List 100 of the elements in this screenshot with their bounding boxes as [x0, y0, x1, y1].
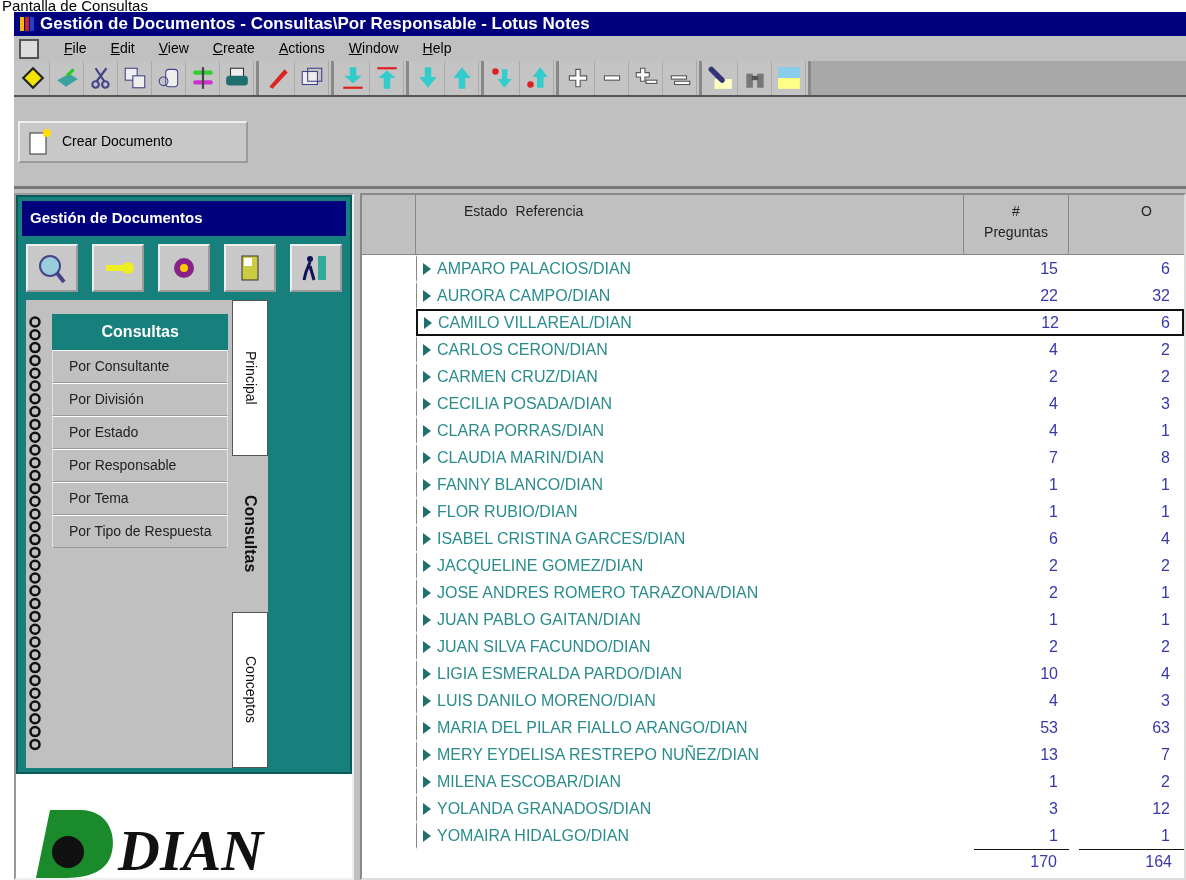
expand-triangle-icon[interactable]: [423, 803, 431, 815]
table-cell-text: 2: [1160, 556, 1171, 576]
menu-item[interactable]: Edit: [110, 38, 135, 59]
table-cell-text: 2: [1160, 772, 1171, 792]
nav-item[interactable]: Por Tipo de Respuesta: [52, 514, 229, 548]
table-cell-text: 1: [1160, 583, 1171, 603]
expand-triangle-icon[interactable]: [423, 695, 431, 707]
nav-item[interactable]: Por Tema: [52, 481, 229, 515]
table-cell-text: 6: [1048, 529, 1059, 549]
expand-triangle-icon[interactable]: [423, 479, 431, 491]
table-cell-text: 2: [1048, 583, 1059, 603]
row-name: FLOR RUBIO/DIAN: [437, 502, 578, 522]
view-row[interactable]: CARLOS CERON/DIAN 4 2: [416, 336, 1184, 363]
expand-triangle-icon[interactable]: [423, 749, 431, 761]
expand-triangle-icon[interactable]: [423, 452, 431, 464]
row-name: LIGIA ESMERALDA PARDO/DIAN: [437, 664, 683, 684]
view-row[interactable]: JACQUELINE GOMEZ/DIAN 2 2: [416, 552, 1184, 579]
column-header[interactable]: Estado: [464, 201, 508, 248]
view-row[interactable]: FANNY BLANCO/DIAN 1 1: [416, 471, 1184, 498]
window-caption: Pantalla de Consultas: [1, 0, 149, 12]
table-cell-text: 12: [1151, 799, 1171, 819]
nav-item[interactable]: Por Estado: [52, 415, 229, 449]
view-row[interactable]: CAMILO VILLAREAL/DIAN 12 6: [416, 309, 1184, 336]
view-row[interactable]: JUAN SILVA FACUNDO/DIAN 2 2: [416, 633, 1184, 660]
expand-triangle-icon[interactable]: [424, 317, 432, 329]
exit-icon[interactable]: [290, 243, 342, 292]
row-name: CLAUDIA MARIN/DIAN: [437, 448, 605, 468]
notebook-tab[interactable]: Conceptos: [232, 611, 269, 768]
table-cell-text: 2: [1048, 637, 1059, 657]
expand-triangle-icon[interactable]: [423, 641, 431, 653]
view-row[interactable]: FLOR RUBIO/DIAN 1 1: [416, 498, 1184, 525]
menu-item[interactable]: Help: [422, 38, 452, 59]
row-name: YOLANDA GRANADOS/DIAN: [437, 799, 652, 819]
table-cell-text: 22: [1039, 286, 1059, 306]
table-cell-text: 6: [1160, 313, 1171, 333]
table-cell-text: 3: [1160, 394, 1171, 414]
expand-triangle-icon[interactable]: [423, 290, 431, 302]
expand-triangle-icon[interactable]: [423, 830, 431, 842]
view-row[interactable]: MARIA DEL PILAR FIALLO ARANGO/DIAN 53 63: [416, 714, 1184, 741]
view-row[interactable]: CECILIA POSADA/DIAN 4 3: [416, 390, 1184, 417]
view-row[interactable]: MILENA ESCOBAR/DIAN 1 2: [416, 768, 1184, 795]
magnifier-icon[interactable]: [26, 243, 78, 292]
expand-triangle-icon[interactable]: [423, 506, 431, 518]
table-cell-text: 32: [1151, 286, 1171, 306]
view-row[interactable]: AURORA CAMPO/DIAN 22 32: [416, 282, 1184, 309]
menu-item[interactable]: View: [158, 38, 189, 59]
nav-item[interactable]: Por División: [52, 382, 229, 416]
view-row[interactable]: JUAN PABLO GAITAN/DIAN 1 1: [416, 606, 1184, 633]
logo-text: DIAN: [118, 824, 264, 878]
menu-item[interactable]: Actions: [278, 38, 325, 59]
row-name: MERY EYDELISA RESTREPO NUÑEZ/DIAN: [437, 744, 760, 765]
view-row[interactable]: JOSE ANDRES ROMERO TARAZONA/DIAN 2 1: [416, 579, 1184, 606]
view-row[interactable]: LIGIA ESMERALDA PARDO/DIAN 10 4: [416, 660, 1184, 687]
table-cell-text: 2: [1160, 340, 1171, 360]
table-cell-text: 4: [1160, 664, 1171, 684]
notebook-tab[interactable]: Principal: [232, 299, 269, 456]
menu-item[interactable]: File: [64, 38, 87, 59]
view-row[interactable]: CLARA PORRAS/DIAN 4 1: [416, 417, 1184, 444]
table-cell-text: 1: [1048, 772, 1059, 792]
view-row[interactable]: YOLANDA GRANADOS/DIAN 3 12: [416, 795, 1184, 822]
table-cell-text: 15: [1039, 259, 1059, 279]
document-icon[interactable]: [18, 37, 40, 60]
table-cell-text: 1: [1048, 826, 1059, 846]
expand-triangle-icon[interactable]: [423, 587, 431, 599]
expand-triangle-icon[interactable]: [423, 776, 431, 788]
menu-item[interactable]: Create: [212, 38, 255, 59]
row-name: JUAN PABLO GAITAN/DIAN: [437, 610, 641, 630]
nav-item[interactable]: Por Consultante: [52, 349, 229, 383]
key-icon[interactable]: [92, 243, 144, 292]
view-row[interactable]: CLAUDIA MARIN/DIAN 7 8: [416, 444, 1184, 471]
column-header[interactable]: O: [1069, 195, 1184, 254]
column-header[interactable]: # Preguntas: [964, 195, 1069, 254]
expand-triangle-icon[interactable]: [423, 398, 431, 410]
expand-triangle-icon[interactable]: [423, 425, 431, 437]
view-row[interactable]: AMPARO PALACIOS/DIAN 15 6: [416, 255, 1184, 282]
view-row[interactable]: LUIS DANILO MORENO/DIAN 4 3: [416, 687, 1184, 714]
expand-triangle-icon[interactable]: [423, 668, 431, 680]
row-name: JUAN SILVA FACUNDO/DIAN: [437, 637, 651, 657]
view-row[interactable]: CARMEN CRUZ/DIAN 2 2: [416, 363, 1184, 390]
expand-triangle-icon[interactable]: [423, 722, 431, 734]
view-row[interactable]: MERY EYDELISA RESTREPO NUÑEZ/DIAN 13 7: [416, 741, 1184, 768]
expand-triangle-icon[interactable]: [423, 533, 431, 545]
new-document-icon: [28, 127, 52, 156]
table-cell-text: 1: [1160, 610, 1171, 630]
view-row[interactable]: ISABEL CRISTINA GARCES/DIAN 6 4: [416, 525, 1184, 552]
expand-triangle-icon[interactable]: [423, 263, 431, 275]
expand-triangle-icon[interactable]: [423, 560, 431, 572]
table-cell-text: 3: [1160, 691, 1171, 711]
row-name: CARLOS CERON/DIAN: [437, 340, 608, 360]
expand-triangle-icon[interactable]: [423, 614, 431, 626]
create-document-button[interactable]: Crear Documento: [18, 120, 248, 163]
table-cell-text: 63: [1151, 718, 1171, 738]
column-header[interactable]: Referencia: [515, 201, 584, 248]
expand-triangle-icon[interactable]: [423, 344, 431, 356]
nav-item[interactable]: Por Responsable: [52, 448, 229, 482]
view-row[interactable]: YOMAIRA HIDALGO/DIAN 1 1: [416, 822, 1184, 849]
menu-item[interactable]: Window: [348, 38, 399, 59]
table-cell-text: 7: [1160, 745, 1171, 765]
row-name: CECILIA POSADA/DIAN: [437, 394, 613, 414]
expand-triangle-icon[interactable]: [423, 371, 431, 383]
